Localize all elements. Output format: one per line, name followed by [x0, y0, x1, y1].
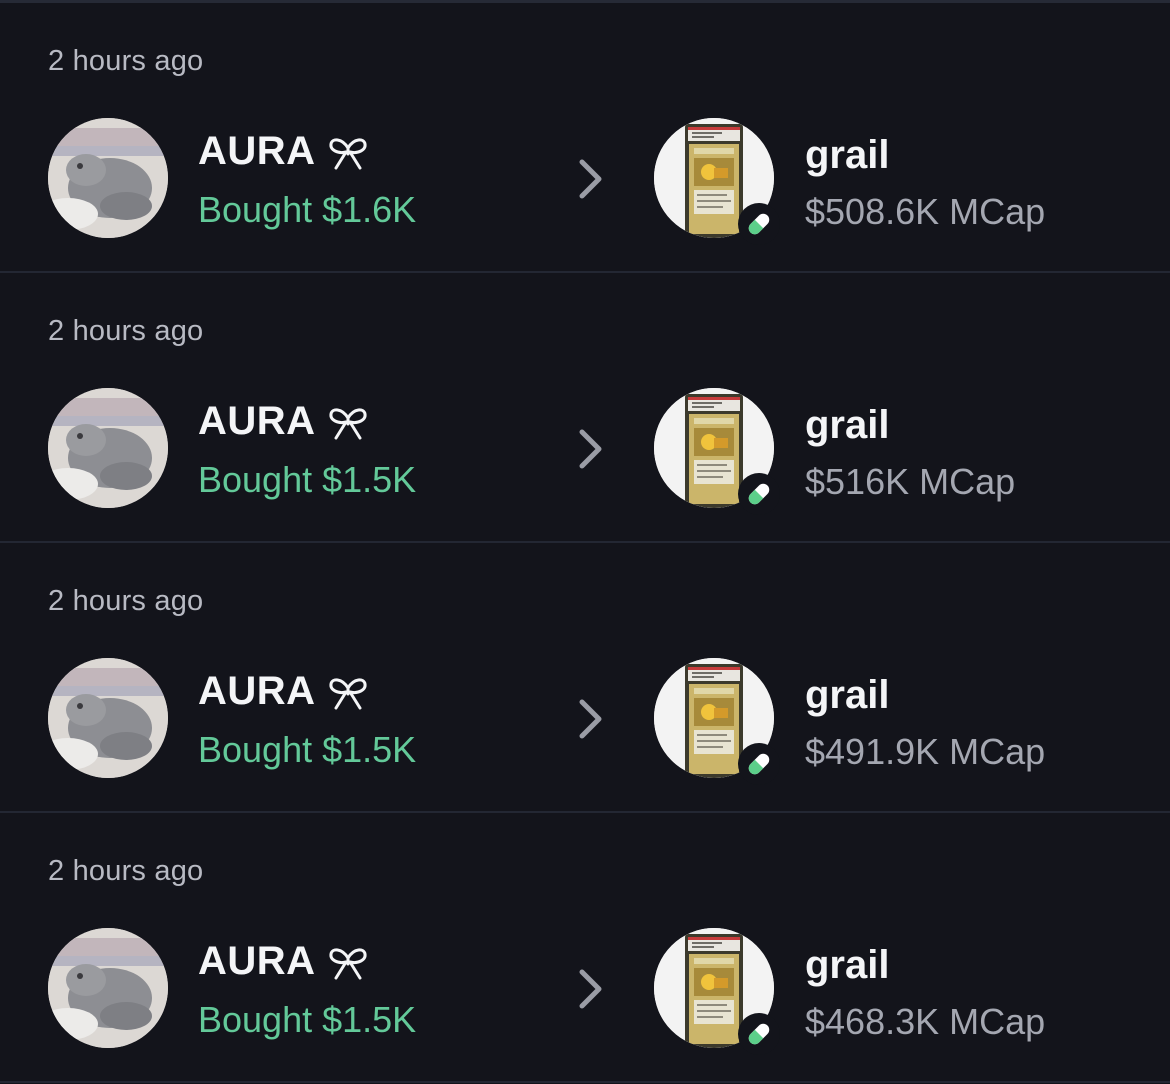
- trader-avatar[interactable]: [48, 118, 168, 238]
- token-name[interactable]: grail: [805, 943, 889, 988]
- trade-timestamp: 2 hours ago: [48, 315, 204, 347]
- chevron-right-icon: [579, 699, 602, 739]
- token-market-cap: $491.9K MCap: [805, 731, 1046, 772]
- trader-name-group[interactable]: AURA: [198, 939, 368, 984]
- ribbon-icon: [329, 407, 367, 439]
- trader-avatar[interactable]: [48, 928, 168, 1048]
- trade-timestamp: 2 hours ago: [48, 585, 204, 617]
- chevron-right-icon: [579, 159, 602, 199]
- chevron-right-icon: [579, 969, 602, 1009]
- trader-name: AURA: [198, 669, 316, 713]
- trader-avatar[interactable]: [48, 388, 168, 508]
- trade-row[interactable]: 2 hours ago AURA Bou: [0, 3, 1170, 273]
- token-market-cap: $508.6K MCap: [805, 191, 1046, 232]
- ribbon-icon: [329, 947, 367, 979]
- trade-timestamp: 2 hours ago: [48, 45, 204, 77]
- chevron-right-icon: [579, 429, 602, 469]
- ribbon-icon: [329, 137, 367, 169]
- pill-badge: [738, 743, 780, 785]
- ribbon-icon: [329, 677, 367, 709]
- pill-icon: [748, 483, 770, 505]
- token-market-cap: $516K MCap: [805, 461, 1016, 502]
- trader-name: AURA: [198, 129, 316, 173]
- pill-badge: [738, 1013, 780, 1055]
- token-name[interactable]: grail: [805, 133, 889, 178]
- trade-action: Bought $1.5K: [198, 999, 417, 1040]
- trade-row[interactable]: 2 hours ago AURA Bou: [0, 273, 1170, 543]
- trade-action: Bought $1.5K: [198, 459, 417, 500]
- pill-icon: [748, 213, 770, 235]
- trader-name: AURA: [198, 939, 316, 983]
- trader-name-group[interactable]: AURA: [198, 669, 368, 714]
- token-market-cap: $468.3K MCap: [805, 1001, 1046, 1042]
- token-name[interactable]: grail: [805, 673, 889, 718]
- trader-name: AURA: [198, 399, 316, 443]
- pill-icon: [748, 1023, 770, 1045]
- trade-row[interactable]: 2 hours ago AURA Bou: [0, 543, 1170, 813]
- pill-badge: [738, 473, 780, 515]
- pill-badge: [738, 203, 780, 245]
- trade-action: Bought $1.6K: [198, 189, 417, 230]
- trader-name-group[interactable]: AURA: [198, 399, 368, 444]
- pill-icon: [748, 753, 770, 775]
- trader-avatar[interactable]: [48, 658, 168, 778]
- trade-feed: 2 hours ago AURA Bought $1.6K grail $508…: [0, 0, 1170, 1084]
- trade-row[interactable]: 2 hours ago AURA Bou: [0, 813, 1170, 1083]
- trade-timestamp: 2 hours ago: [48, 855, 204, 887]
- trade-action: Bought $1.5K: [198, 729, 417, 770]
- token-name[interactable]: grail: [805, 403, 889, 448]
- trader-name-group[interactable]: AURA: [198, 129, 368, 174]
